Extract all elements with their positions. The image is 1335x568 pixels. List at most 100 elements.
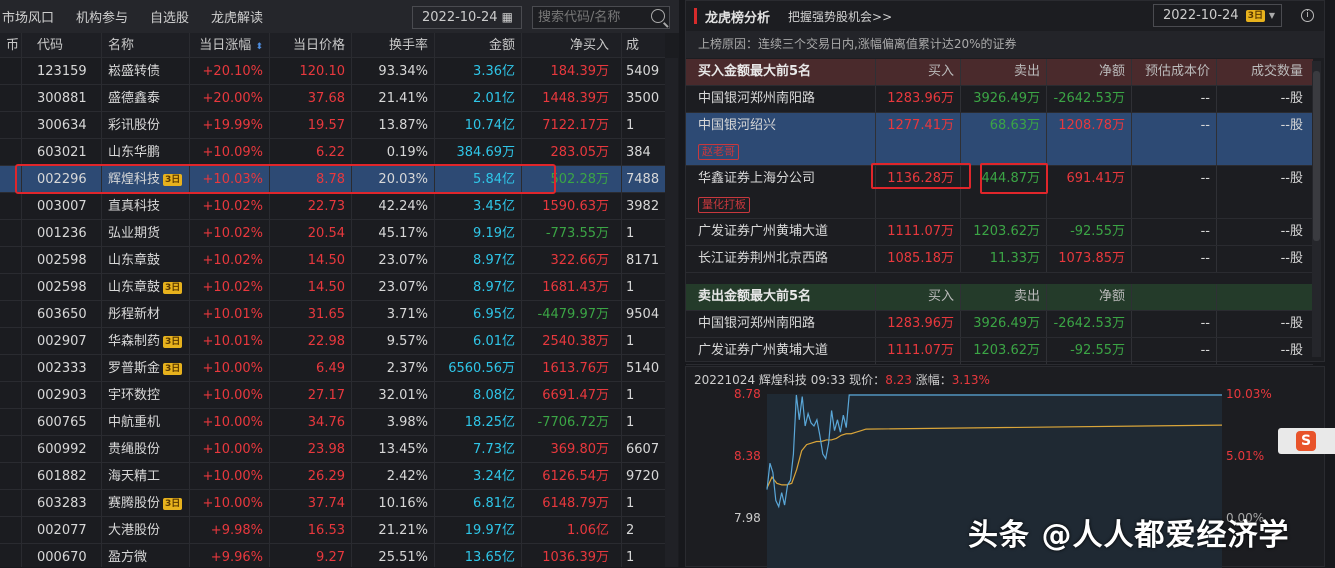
- broker-row[interactable]: 中国银河郑州南阳路 1283.96万 3926.49万 -2642.53万 --…: [686, 311, 1313, 338]
- table-row[interactable]: 002333 罗普斯金 3日 +10.00% 6.49 2.37% 6560.56…: [0, 355, 665, 382]
- cell-price: 6.49: [270, 355, 352, 381]
- cell-net-buy: 369.80万: [522, 436, 622, 462]
- cell-turnover: 23.07%: [352, 247, 435, 273]
- table-row[interactable]: 002077 大港股份 +9.98% 16.53 21.21% 19.97亿 1…: [0, 517, 665, 544]
- stock-name: 山东章鼓: [108, 253, 161, 268]
- 3day-badge: 3日: [163, 363, 183, 375]
- col-header-change[interactable]: 当日涨幅 ⬍: [190, 33, 270, 57]
- scrollbar[interactable]: [665, 58, 678, 567]
- broker-row[interactable]: 中国银河郑州南阳路 1283.96万 3926.49万 -2642.53万 --…: [686, 86, 1313, 113]
- trader-tag: 赵老哥: [698, 144, 739, 160]
- date-value: 2022-10-24: [422, 10, 498, 25]
- cell-turnover: 10.16%: [352, 490, 435, 516]
- cell-change: +10.00%: [190, 382, 270, 408]
- title-accent: [694, 8, 697, 24]
- scrollbar[interactable]: [1312, 61, 1321, 357]
- table-row[interactable]: 123159 崧盛转债 +20.10% 120.10 93.34% 3.36亿 …: [0, 58, 665, 85]
- header-cell: 净额: [1047, 284, 1132, 310]
- table-row[interactable]: 002907 华森制药 3日 +10.01% 22.98 9.57% 6.01亿 …: [0, 328, 665, 355]
- cell-price: 22.73: [270, 193, 352, 219]
- header-cell: 买入: [876, 284, 961, 310]
- col-header-turnover[interactable]: 换手率: [352, 33, 435, 57]
- table-row[interactable]: 603650 彤程新材 +10.01% 31.65 3.71% 6.95亿 -4…: [0, 301, 665, 328]
- stock-name: 中航重机: [108, 415, 161, 430]
- cell-extra: 1: [626, 496, 635, 511]
- table-row[interactable]: 300881 盛德鑫泰 +20.00% 37.68 21.41% 2.01亿 1…: [0, 85, 665, 112]
- table-row[interactable]: 002598 山东章鼓 +10.02% 14.50 23.07% 8.97亿 3…: [0, 247, 665, 274]
- broker-row[interactable]: 中国银河绍兴 赵老哥 1277.41万 68.63万 1208.78万 -- --…: [686, 113, 1313, 166]
- header-cell: [1132, 284, 1217, 310]
- cell-price: 31.65: [270, 301, 352, 327]
- cell-name: 弘业期货: [102, 220, 190, 246]
- header-cell: 买入金额最大前5名: [686, 59, 876, 85]
- broker-row[interactable]: 广发证券广州黄埔大道 1111.07万 1203.62万 -92.55万 -- …: [686, 338, 1313, 365]
- sell-amount: 3926.49万: [961, 311, 1047, 337]
- cell-net-buy: 1590.63万: [522, 193, 622, 219]
- sell-amount: 1203.62万: [961, 338, 1047, 364]
- cell-turnover: 13.45%: [352, 436, 435, 462]
- date-picker[interactable]: 2022-10-24 ▦: [412, 6, 522, 29]
- cell-change: +20.00%: [190, 85, 270, 111]
- scroll-thumb[interactable]: [1313, 71, 1320, 241]
- table-row[interactable]: 001236 弘业期货 +10.02% 20.54 45.17% 9.19亿 -…: [0, 220, 665, 247]
- cell-amount: 6560.56万: [435, 355, 522, 381]
- broker-row[interactable]: 长江证券荆州北京西路 1085.18万 11.33万 1073.85万 -- -…: [686, 246, 1313, 273]
- table-row[interactable]: 603021 山东华鹏 +10.09% 6.22 0.19% 384.69万 2…: [0, 139, 665, 166]
- broker-name-cell: 广发证券广州黄埔大道: [686, 219, 876, 245]
- net-amount: -2642.53万: [1047, 311, 1132, 337]
- tab-dragon-tiger[interactable]: 龙虎解读: [199, 7, 273, 26]
- cell-price: 22.98: [270, 328, 352, 354]
- volume: --股: [1280, 251, 1303, 266]
- cell-code: 300881: [22, 85, 102, 111]
- col-header-price[interactable]: 当日价格: [270, 33, 352, 57]
- search-icon[interactable]: [651, 9, 665, 23]
- cell-price: 27.17: [270, 382, 352, 408]
- col-header-name[interactable]: 名称: [102, 33, 190, 57]
- info-icon[interactable]: i: [1301, 9, 1314, 22]
- table-row[interactable]: 300634 彩讯股份 +19.99% 19.57 13.87% 10.74亿 …: [0, 112, 665, 139]
- cell-blank: [0, 328, 22, 354]
- search-input[interactable]: 搜索代码/名称: [532, 6, 670, 29]
- highlight-box: [15, 164, 556, 194]
- sogou-icon: S: [1296, 431, 1316, 451]
- strong-stock-link[interactable]: 把握强势股机会>>: [788, 8, 892, 25]
- date-dropdown[interactable]: 2022-10-24 3日 ▼: [1153, 4, 1282, 27]
- col-header-code[interactable]: 代码: [22, 33, 102, 57]
- col-header-net-buy[interactable]: 净买入: [522, 33, 622, 57]
- table-row[interactable]: 600992 贵绳股份 +10.00% 23.98 13.45% 7.73亿 3…: [0, 436, 665, 463]
- table-row[interactable]: 603283 赛腾股份 3日 +10.00% 37.74 10.16% 6.81亿…: [0, 490, 665, 517]
- ime-widget[interactable]: S: [1278, 428, 1335, 454]
- cell-name: 山东章鼓: [102, 247, 190, 273]
- table-row[interactable]: 000670 盈方微 +9.96% 9.27 25.51% 13.65亿 103…: [0, 544, 665, 567]
- cell-extra: 1: [626, 388, 635, 403]
- col-header-amount[interactable]: 金额: [435, 33, 522, 57]
- cell-name: 盈方微: [102, 544, 190, 567]
- cell-net-buy: 184.39万: [522, 58, 622, 84]
- cell-price: 120.10: [270, 58, 352, 84]
- est-cost: --: [1132, 113, 1217, 165]
- table-row[interactable]: 002903 宇环数控 +10.00% 27.17 32.01% 8.08亿 6…: [0, 382, 665, 409]
- tab-institution[interactable]: 机构参与: [64, 7, 138, 26]
- net-amount: 691.41万: [1047, 166, 1132, 218]
- table-row[interactable]: 600765 中航重机 +10.00% 34.76 3.98% 18.25亿 -…: [0, 409, 665, 436]
- cell-extra: 3982: [626, 199, 660, 214]
- cell-turnover: 25.51%: [352, 544, 435, 567]
- tab-watchlist[interactable]: 自选股: [138, 7, 199, 26]
- broker-row[interactable]: 广发证券广州黄埔大道 1111.07万 1203.62万 -92.55万 -- …: [686, 219, 1313, 246]
- col-header-extra[interactable]: 成: [622, 33, 665, 57]
- tab-market[interactable]: 市场风口: [0, 7, 64, 26]
- broker-name-cell: 中国银河绍兴 赵老哥: [686, 113, 876, 165]
- table-row[interactable]: 002598 山东章鼓 3日 +10.02% 14.50 23.07% 8.97亿…: [0, 274, 665, 301]
- buy-amount: 1085.18万: [876, 246, 961, 272]
- cell-turnover: 3.98%: [352, 409, 435, 435]
- col-header[interactable]: 币: [0, 33, 22, 57]
- cell-extra: 1: [626, 226, 635, 241]
- table-row[interactable]: 003007 直真科技 +10.02% 22.73 42.24% 3.45亿 1…: [0, 193, 665, 220]
- table-row[interactable]: 601882 海天精工 +10.00% 26.29 2.42% 3.24亿 61…: [0, 463, 665, 490]
- est-cost: --: [1132, 86, 1217, 112]
- cell-turnover: 42.24%: [352, 193, 435, 219]
- est-cost: --: [1132, 246, 1217, 272]
- table-header: 币 代码 名称 当日涨幅 ⬍ 当日价格 换手率 金额 净买入 成: [0, 33, 665, 58]
- stock-name: 山东华鹏: [108, 145, 161, 160]
- cell-name: 罗普斯金 3日: [102, 355, 190, 381]
